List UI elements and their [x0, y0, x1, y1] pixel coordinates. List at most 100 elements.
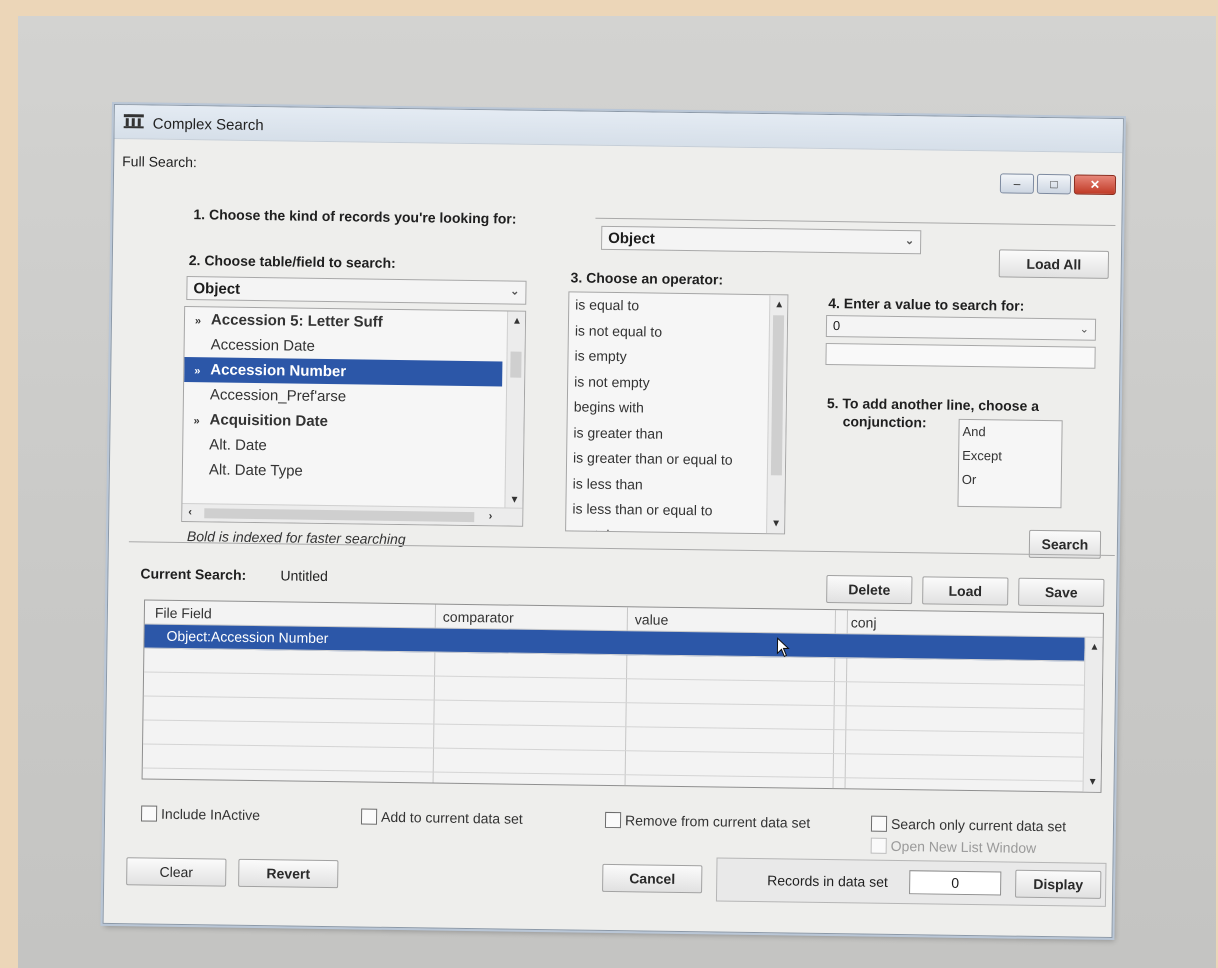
add-to-current-label: Add to current data set	[380, 808, 523, 827]
minimize-button[interactable]: –	[999, 173, 1035, 194]
field-items: » Accession 5: Letter Suff Accession Date »…	[183, 307, 525, 487]
step4-label: 4. Enter a value to search for:	[828, 294, 1025, 314]
load-all-button[interactable]: Load All	[998, 249, 1110, 279]
col-comparator[interactable]: comparator	[443, 609, 514, 626]
section-divider	[128, 541, 1115, 557]
field-item-label: Alt. Date	[209, 436, 267, 455]
checkbox-box[interactable]	[604, 811, 622, 829]
records-count: 0	[909, 870, 1002, 896]
operator-item[interactable]: is equal to	[569, 292, 787, 321]
checkbox-box[interactable]	[140, 805, 158, 822]
operator-item[interactable]: is not equal to	[569, 318, 787, 347]
current-search-label: Current Search:	[140, 565, 247, 583]
search-only-current-label: Search only current data set	[890, 815, 1067, 835]
maximize-button[interactable]: □	[1036, 173, 1072, 195]
scroll-down-icon[interactable]: ▼	[771, 518, 781, 529]
revert-button[interactable]: Revert	[238, 858, 339, 889]
operator-item[interactable]: is empty	[568, 343, 786, 372]
open-new-list-label: Open New List Window	[890, 837, 1037, 856]
delete-button[interactable]: Delete	[826, 574, 913, 605]
search-only-current-checkbox[interactable]: Search only current data set	[870, 815, 1067, 835]
monitor-screen: Complex Search Full Search: – □ ✕ 1. Cho…	[18, 16, 1216, 968]
complex-search-window: Complex Search Full Search: – □ ✕ 1. Cho…	[102, 104, 1124, 939]
field-item-label: Accession Number	[210, 361, 347, 381]
mouse-cursor-icon	[776, 637, 790, 658]
include-inactive-checkbox[interactable]: Include InActive	[140, 805, 261, 824]
step1-divider	[595, 217, 1116, 226]
checkbox-box[interactable]	[870, 815, 888, 832]
conjunction-item[interactable]: Except	[959, 444, 1061, 469]
title-bar: Complex Search	[114, 105, 1123, 154]
remove-from-current-checkbox[interactable]: Remove from current data set	[604, 811, 811, 831]
conjunction-items: And Except Or	[959, 420, 1062, 493]
record-kind-value: Object	[608, 229, 655, 248]
scroll-thumb[interactable]	[770, 315, 785, 476]
minimize-icon: –	[1013, 176, 1021, 191]
search-criteria-grid[interactable]: File Field comparator value conj Object:…	[141, 599, 1104, 793]
operator-item[interactable]: begins with	[568, 394, 786, 423]
record-kind-select[interactable]: Object ⌄	[601, 225, 922, 255]
hscroll-thumb[interactable]	[204, 508, 475, 523]
window-title: Complex Search	[152, 115, 264, 135]
clear-button[interactable]: Clear	[126, 857, 227, 887]
field-list[interactable]: » Accession 5: Letter Suff Accession Date »…	[181, 305, 527, 527]
indexed-arrow-icon: »	[194, 315, 202, 328]
checkbox-box[interactable]	[360, 808, 378, 825]
col-conj[interactable]: conj	[851, 614, 877, 630]
scroll-down-icon[interactable]: ▼	[1088, 777, 1098, 788]
step3-label: 3. Choose an operator:	[570, 269, 724, 288]
scroll-thumb[interactable]	[510, 351, 522, 378]
chevron-down-icon: ⌄	[1079, 323, 1090, 336]
close-button[interactable]: ✕	[1073, 174, 1117, 195]
field-list-hscroll[interactable]: ‹ ›	[182, 502, 523, 526]
scroll-right-icon[interactable]: ›	[489, 510, 493, 522]
current-search-name: Untitled	[280, 567, 329, 585]
operator-item[interactable]: is not empty	[568, 369, 786, 398]
conjunction-list[interactable]: And Except Or	[957, 418, 1063, 509]
col-value[interactable]: value	[635, 611, 669, 627]
scroll-up-icon[interactable]: ▲	[512, 316, 522, 327]
save-button[interactable]: Save	[1018, 577, 1105, 607]
col-file-field[interactable]: File Field	[155, 605, 212, 622]
open-new-list-checkbox: Open New List Window	[870, 837, 1037, 856]
display-button[interactable]: Display	[1015, 869, 1102, 899]
step5-label: 5. To add another line, choose a	[826, 394, 1040, 414]
operator-item[interactable]: is less than	[567, 471, 785, 500]
add-to-current-checkbox[interactable]: Add to current data set	[360, 808, 523, 827]
field-list-vscroll[interactable]: ▲ ▼	[504, 311, 526, 510]
operator-items: is equal to is not equal to is empty is not…	[566, 292, 788, 534]
field-item[interactable]: Alt. Date Type	[183, 457, 523, 487]
records-panel: Records in data set 0 Display	[715, 857, 1107, 907]
conjunction-item[interactable]: And	[959, 420, 1061, 445]
operator-item[interactable]: is greater than or equal to	[567, 445, 785, 474]
app-icon	[123, 114, 144, 129]
close-icon: ✕	[1089, 177, 1101, 192]
value-input[interactable]	[825, 342, 1096, 369]
scroll-down-icon[interactable]: ▼	[509, 495, 519, 506]
value-select[interactable]: 0 ⌄	[825, 314, 1097, 341]
window-controls: – □ ✕	[999, 173, 1117, 195]
table-select[interactable]: Object ⌄	[186, 276, 527, 305]
scroll-up-icon[interactable]: ▲	[1089, 642, 1099, 653]
grid-vscroll[interactable]: ▲ ▼	[1082, 637, 1103, 792]
conjunction-label: conjunction:	[842, 413, 927, 431]
include-inactive-label: Include InActive	[160, 805, 261, 824]
remove-from-current-label: Remove from current data set	[624, 812, 811, 831]
operator-item[interactable]: is less than or equal to	[566, 496, 784, 525]
chevron-down-icon: ⌄	[904, 235, 915, 248]
indexed-arrow-icon: »	[194, 365, 201, 378]
maximize-icon: □	[1050, 177, 1058, 192]
operator-list-vscroll[interactable]: ▲ ▼	[766, 295, 788, 534]
cancel-button[interactable]: Cancel	[602, 863, 703, 894]
operator-list[interactable]: is equal to is not equal to is empty is not…	[565, 291, 789, 535]
scroll-left-icon[interactable]: ‹	[188, 506, 192, 518]
table-value: Object	[193, 280, 241, 298]
operator-item[interactable]: is greater than	[567, 420, 785, 449]
scroll-up-icon[interactable]: ▲	[774, 299, 784, 310]
load-button[interactable]: Load	[922, 576, 1009, 606]
checkbox-box	[870, 837, 887, 854]
field-item-label: Accession_Pref'arse	[209, 386, 347, 406]
conjunction-item[interactable]: Or	[959, 468, 1061, 493]
step2-label: 2. Choose table/field to search:	[188, 252, 396, 271]
operator-item[interactable]: contains	[566, 522, 784, 534]
